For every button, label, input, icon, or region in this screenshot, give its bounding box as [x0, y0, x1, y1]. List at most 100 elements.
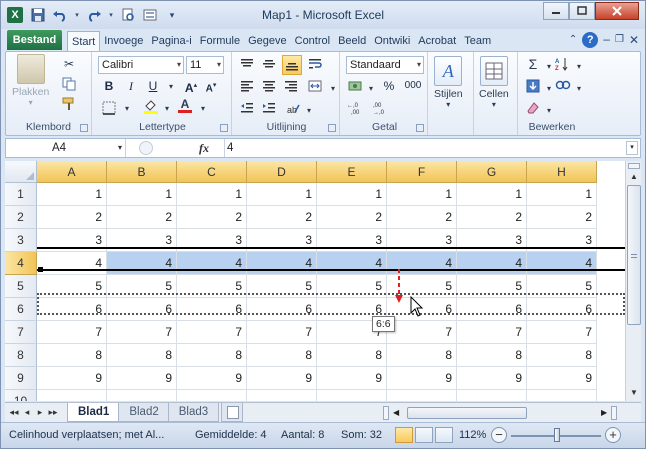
increase-decimal-icon[interactable]: ←,0,00 [346, 100, 368, 116]
row-header-3[interactable]: 3 [5, 229, 37, 252]
split-box[interactable] [628, 163, 640, 169]
cell-a4[interactable]: 4 [37, 252, 107, 275]
chevron-down-icon[interactable]: ▾ [300, 102, 318, 118]
horizontal-scroll-thumb[interactable] [407, 407, 527, 419]
cell-h3[interactable]: 3 [527, 229, 597, 252]
vertical-scrollbar[interactable]: ▲ ▼ [625, 161, 641, 401]
cell-f3[interactable]: 3 [387, 229, 457, 252]
horizontal-scrollbar[interactable]: ◀ ▶ [383, 406, 617, 420]
cell-b3[interactable]: 3 [107, 229, 177, 252]
cell-a1[interactable]: 1 [37, 183, 107, 206]
cell-c10[interactable] [177, 390, 247, 401]
align-right-icon[interactable] [282, 78, 300, 94]
tab-gegeve[interactable]: Gegeve [244, 31, 291, 51]
chevron-down-icon[interactable]: ▾ [158, 100, 176, 116]
zoom-slider-thumb[interactable] [554, 428, 560, 442]
cell-f9[interactable]: 9 [387, 367, 457, 390]
column-header-d[interactable]: D [247, 161, 317, 183]
worksheet-grid[interactable]: ABCDEFGH 1111111112222222223333333334444… [5, 161, 625, 401]
cell-d7[interactable]: 7 [247, 321, 317, 344]
split-box[interactable] [383, 406, 389, 420]
tab-start[interactable]: Start [67, 31, 101, 51]
tab-file[interactable]: Bestand [7, 30, 62, 50]
cell-d4[interactable]: 4 [247, 252, 317, 275]
align-bottom-icon[interactable] [282, 55, 302, 75]
column-header-g[interactable]: G [457, 161, 527, 183]
cell-c3[interactable]: 3 [177, 229, 247, 252]
cell-d2[interactable]: 2 [247, 206, 317, 229]
cell-a2[interactable]: 2 [37, 206, 107, 229]
cell-b1[interactable]: 1 [107, 183, 177, 206]
align-top-icon[interactable] [238, 56, 256, 72]
cell-e1[interactable]: 1 [317, 183, 387, 206]
tab-beeld[interactable]: Beeld [334, 31, 370, 51]
column-header-e[interactable]: E [317, 161, 387, 183]
cell-d9[interactable]: 9 [247, 367, 317, 390]
cell-e4[interactable]: 4 [317, 252, 387, 275]
window-minimize-icon[interactable]: – [603, 32, 610, 48]
scroll-down-icon[interactable]: ▼ [628, 387, 640, 399]
window-close-icon[interactable]: ✕ [629, 32, 639, 48]
percent-button[interactable]: % [380, 77, 398, 95]
styles-button[interactable]: A Stijlen ▾ [434, 56, 463, 109]
chevron-down-icon[interactable]: ▾ [362, 80, 380, 96]
align-left-icon[interactable] [238, 78, 256, 94]
cell-g2[interactable]: 2 [457, 206, 527, 229]
cell-f7[interactable]: 7 [387, 321, 457, 344]
cell-h1[interactable]: 1 [527, 183, 597, 206]
window-restore-icon[interactable]: ❐ [615, 32, 624, 48]
cell-c8[interactable]: 8 [177, 344, 247, 367]
cell-h5[interactable]: 5 [527, 275, 597, 298]
tab-invoege[interactable]: Invoege [100, 31, 147, 51]
scroll-left-icon[interactable]: ◀ [393, 406, 399, 420]
align-center-icon[interactable] [260, 78, 278, 94]
row-header-6[interactable]: 6 [5, 298, 37, 321]
cell-g3[interactable]: 3 [457, 229, 527, 252]
cell-e2[interactable]: 2 [317, 206, 387, 229]
column-header-b[interactable]: B [107, 161, 177, 183]
cell-b5[interactable]: 5 [107, 275, 177, 298]
page-layout-view-icon[interactable] [415, 427, 433, 443]
cell-b9[interactable]: 9 [107, 367, 177, 390]
cell-e3[interactable]: 3 [317, 229, 387, 252]
column-header-h[interactable]: H [527, 161, 597, 183]
number-format-select[interactable]: Standaard ▾ [346, 56, 424, 74]
cell-d3[interactable]: 3 [247, 229, 317, 252]
cell-h4[interactable]: 4 [527, 252, 597, 275]
cell-h2[interactable]: 2 [527, 206, 597, 229]
tab-pagina-i[interactable]: Pagina-i [147, 31, 195, 51]
scroll-right-icon[interactable]: ▶ [601, 406, 607, 420]
sheet-tab-blad3[interactable]: Blad3 [167, 403, 220, 422]
minimize-ribbon-icon[interactable]: ⌃ [569, 32, 577, 48]
column-header-c[interactable]: C [177, 161, 247, 183]
underline-button[interactable]: U [144, 77, 162, 95]
cell-f2[interactable]: 2 [387, 206, 457, 229]
chevron-down-icon[interactable]: ▾ [570, 58, 588, 74]
prev-sheet-icon[interactable]: ◂ [22, 405, 32, 419]
tab-formule[interactable]: Formule [196, 31, 244, 51]
tab-team[interactable]: Team [460, 31, 495, 51]
last-sheet-icon[interactable]: ▸▸ [48, 405, 58, 419]
help-icon[interactable]: ? [582, 32, 599, 48]
font-size-select[interactable]: 11 ▾ [186, 56, 224, 74]
cell-g1[interactable]: 1 [457, 183, 527, 206]
chevron-down-icon[interactable]: ▾ [324, 80, 342, 96]
fill-handle[interactable] [38, 267, 43, 272]
cell-d8[interactable]: 8 [247, 344, 317, 367]
format-painter-icon[interactable] [60, 96, 78, 112]
cell-c4[interactable]: 4 [177, 252, 247, 275]
bold-button[interactable]: B [100, 77, 118, 95]
next-sheet-icon[interactable]: ▸ [35, 405, 45, 419]
column-header-a[interactable]: A [37, 161, 107, 183]
select-all-button[interactable] [5, 161, 37, 183]
merge-center-icon[interactable] [306, 78, 324, 94]
cell-h7[interactable]: 7 [527, 321, 597, 344]
row-header-8[interactable]: 8 [5, 344, 37, 367]
sheet-tab-blad1[interactable]: Blad1 [67, 403, 121, 422]
cut-icon[interactable]: ✂ [60, 56, 78, 72]
cell-d1[interactable]: 1 [247, 183, 317, 206]
cell-e10[interactable] [317, 390, 387, 401]
scroll-up-icon[interactable]: ▲ [628, 171, 640, 183]
font-launcher-icon[interactable] [220, 124, 228, 132]
vertical-scroll-thumb[interactable] [627, 185, 641, 325]
